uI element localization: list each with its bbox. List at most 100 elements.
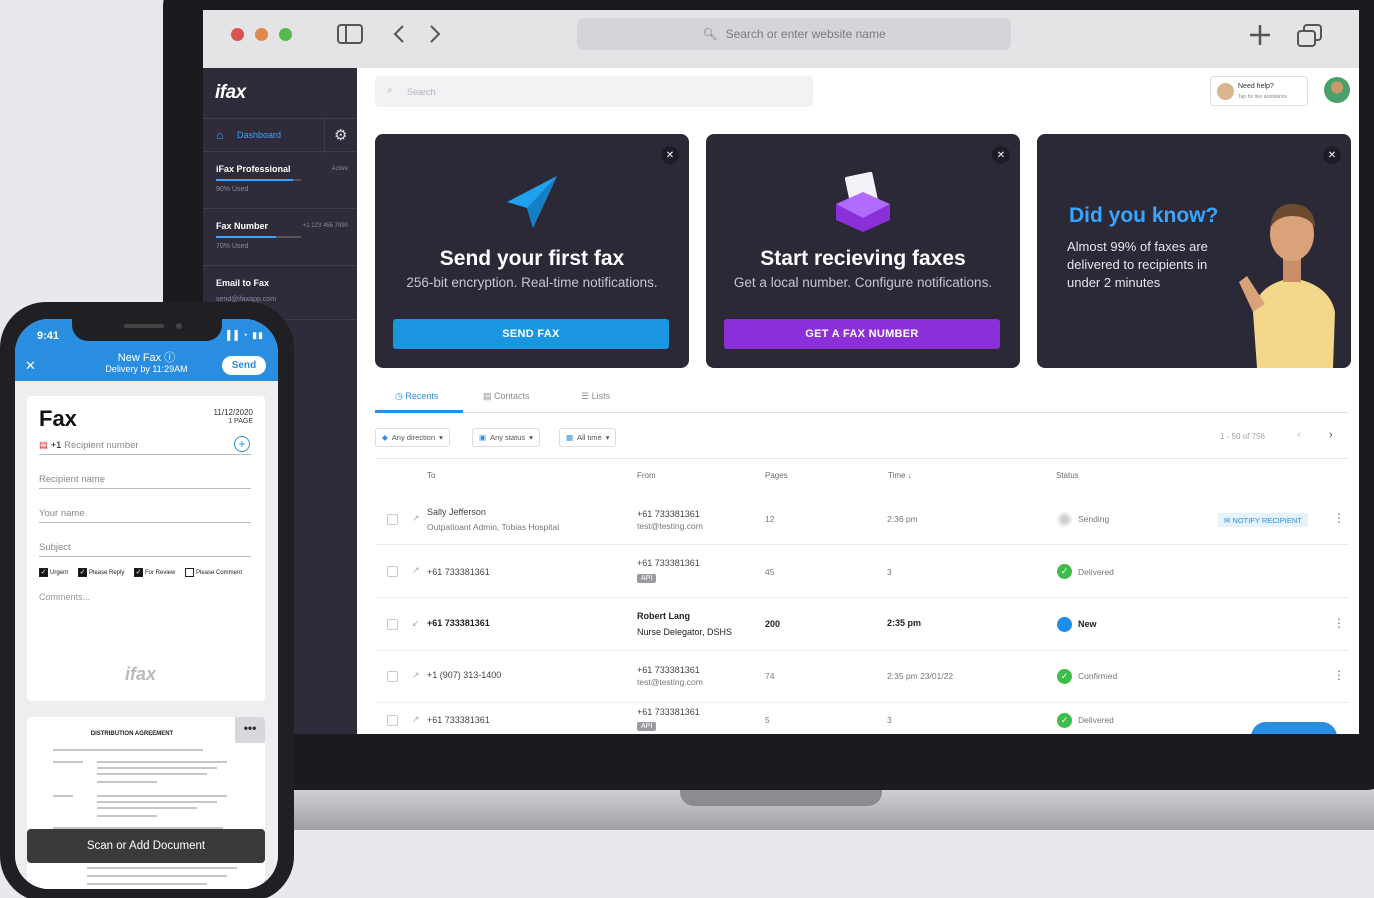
tab-contacts[interactable]: ▤ Contacts — [483, 391, 530, 402]
row-checkbox[interactable] — [387, 715, 398, 726]
urgent-checkbox[interactable]: ✓ Urgent — [39, 568, 68, 577]
fax-usage: 70% Used — [216, 243, 249, 250]
more-options-icon[interactable]: ⋮ — [1333, 668, 1345, 682]
browser-toolbar: 🔍︎ Search or enter website name — [203, 10, 1359, 68]
did-you-know-card: ✕ Did you know? Almost 99% of faxes are … — [1037, 134, 1351, 368]
row-status: Sending — [1078, 514, 1110, 524]
row-to: +61 733381361 — [427, 618, 490, 628]
fax-number-block[interactable]: Fax Number +1 123 456 7890 70% Used — [203, 209, 357, 266]
column-header-time[interactable]: Time ↓ — [888, 471, 912, 480]
close-icon[interactable]: ✕ — [661, 146, 679, 164]
user-avatar[interactable] — [1324, 77, 1350, 103]
table-row[interactable]: ↙ +61 733381361 Robert Lang Nurse Delega… — [375, 599, 1349, 651]
notify-recipient-button[interactable]: ✉ NOTIFY RECIPIENT — [1218, 513, 1308, 527]
more-options-icon[interactable]: ⋮ — [1333, 616, 1345, 630]
time-filter[interactable]: ▦ All time ▾ — [559, 428, 617, 447]
more-options-icon[interactable]: ••• — [235, 717, 265, 743]
divider — [375, 458, 1349, 459]
plan-title: iFax Professional — [216, 164, 291, 174]
search-placeholder: Search — [407, 87, 436, 97]
plan-usage: 90% Used — [216, 186, 249, 193]
browser-window: 🔍︎ Search or enter website name ifax ⌂ D… — [203, 10, 1359, 734]
more-options-icon[interactable]: ⋮ — [1333, 511, 1345, 525]
pagination-range: 1 - 50 of 756 — [1220, 432, 1265, 441]
back-icon[interactable] — [393, 24, 405, 49]
row-pages: 200 — [765, 619, 781, 629]
column-header-status[interactable]: Status — [1056, 471, 1079, 480]
row-from-sub: Nurse Delegator, DSHS — [637, 627, 733, 637]
new-status-icon — [1057, 617, 1072, 632]
please-comment-checkbox[interactable]: Please Comment — [185, 568, 242, 577]
close-window-button[interactable] — [231, 28, 244, 41]
tab-lists[interactable]: ☰ Lists — [581, 391, 610, 402]
table-row[interactable]: ↗ +61 733381361 +61 733381361 API 45 3 ✓… — [375, 546, 1349, 598]
row-to: +61 733381361 — [427, 715, 490, 725]
plan-block[interactable]: iFax Professional Active 90% Used — [203, 152, 357, 209]
plan-usage-bar — [216, 179, 301, 181]
row-checkbox[interactable] — [387, 671, 398, 682]
status-filter[interactable]: ▣ Any status ▾ — [472, 428, 540, 447]
column-header-from[interactable]: From — [637, 471, 656, 480]
ifax-logo: ifax — [215, 82, 246, 103]
tab-bar: ◷ Recents ▤ Contacts ☰ Lists — [375, 384, 1349, 413]
scan-or-add-document-button[interactable]: Scan or Add Document — [27, 829, 265, 863]
floating-action-button[interactable] — [1251, 722, 1337, 734]
previous-page-icon[interactable]: ‹ — [1297, 429, 1301, 441]
table-row[interactable]: ↗ +1 (907) 313-1400 +61 733381361 test@t… — [375, 651, 1349, 703]
minimize-window-button[interactable] — [255, 28, 268, 41]
row-time: 2:35 pm — [887, 618, 922, 628]
tab-overview-icon[interactable] — [1297, 24, 1323, 53]
card-title: Send your first fax — [439, 247, 625, 270]
table-row[interactable]: ↗ Sally Jefferson Outpatioant Admin, Tob… — [375, 493, 1349, 545]
row-status: Delivered — [1078, 567, 1114, 577]
recipient-number-field[interactable]: ▤ +1 Recipient number — [39, 440, 251, 455]
address-bar[interactable]: 🔍︎ Search or enter website name — [577, 18, 1011, 50]
row-from: +61 733381361 — [637, 707, 700, 717]
card-title: Did you know? — [1069, 204, 1219, 227]
search-input[interactable]: ⌕ Search — [375, 76, 813, 107]
please-reply-checkbox[interactable]: ✓ Please Reply — [78, 568, 124, 577]
close-icon[interactable]: ✕ — [1323, 146, 1341, 164]
send-fax-button[interactable]: SEND FAX — [393, 319, 669, 349]
close-icon[interactable]: ✕ — [992, 146, 1010, 164]
send-fax-card: ✕ Send your first fax 256-bit encryption… — [375, 134, 689, 368]
new-tab-icon[interactable] — [1249, 24, 1271, 51]
forward-icon[interactable] — [429, 24, 441, 49]
fax-number-title: Fax Number — [216, 221, 269, 231]
send-button[interactable]: Send — [222, 356, 266, 375]
table-row[interactable]: ↗ +61 733381361 +61 733381361 API 5 3 ✓ … — [375, 703, 1349, 734]
phone-frame: 9:41 ▐▐ ◔ ▮▮ ✕ New Fax ⓘ Delivery by 11:… — [0, 302, 294, 898]
for-review-checkbox[interactable]: ✓ For Review — [134, 568, 175, 577]
receive-fax-card: ✕ Start recieving faxes Get a local numb… — [706, 134, 1020, 368]
column-header-pages[interactable]: Pages — [765, 471, 788, 480]
sidebar-item-dashboard[interactable]: ⌂ Dashboard ⚙ — [203, 118, 357, 153]
row-checkbox[interactable] — [387, 566, 398, 577]
gear-icon[interactable]: ⚙ — [334, 126, 347, 144]
recipient-name-field[interactable]: Recipient name — [39, 474, 251, 489]
maximize-window-button[interactable] — [279, 28, 292, 41]
your-name-field[interactable]: Your name — [39, 508, 251, 523]
fax-number-value: +1 123 456 7890 — [302, 223, 348, 229]
get-fax-number-button[interactable]: GET A FAX NUMBER — [724, 319, 1000, 349]
help-button[interactable]: Need help? Tap for live assistance. — [1210, 76, 1308, 106]
row-from: +61 733381361 — [637, 509, 700, 519]
row-status: New — [1078, 619, 1097, 629]
document-preview[interactable]: DISTRIBUTION AGREEMENT ••• — [27, 717, 265, 889]
subject-field[interactable]: Subject — [39, 542, 251, 557]
row-status: Delivered — [1078, 715, 1114, 725]
column-header-to[interactable]: To — [427, 471, 435, 480]
inbox-icon — [836, 171, 890, 232]
next-page-icon[interactable]: › — [1329, 429, 1333, 441]
direction-filter[interactable]: ◆ Any direction ▾ — [375, 428, 450, 447]
row-checkbox[interactable] — [387, 619, 398, 630]
api-badge: API — [637, 720, 657, 731]
phone-notch — [72, 319, 222, 341]
sidebar-toggle-icon[interactable] — [337, 24, 363, 49]
outgoing-arrow-icon: ↗ — [412, 565, 420, 575]
row-time: 3 — [887, 715, 892, 725]
add-recipient-icon[interactable]: + — [234, 436, 250, 452]
comments-field[interactable]: Comments... — [39, 592, 90, 602]
tab-recents[interactable]: ◷ Recents — [395, 391, 438, 402]
fax-page-count: 1 PAGE — [228, 418, 253, 425]
row-checkbox[interactable] — [387, 514, 398, 525]
